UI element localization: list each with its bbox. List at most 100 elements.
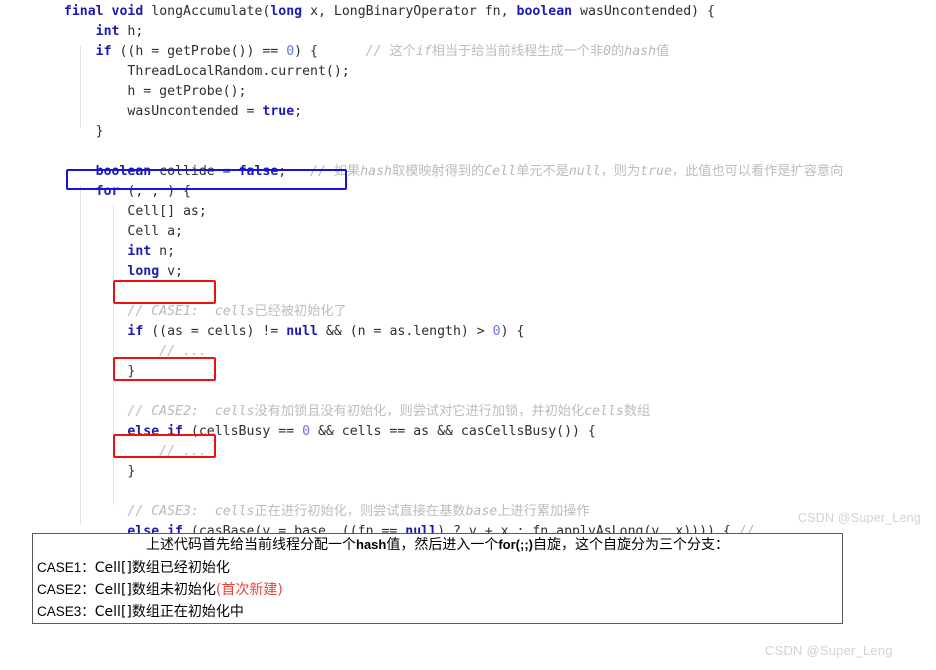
header-text-bold-for: for(;;) bbox=[498, 537, 533, 552]
code-token: && (n = as.length) > bbox=[317, 324, 493, 339]
code-token: 正在进行初始化，则尝试直接在基数 bbox=[254, 504, 466, 519]
code-token: 0 bbox=[603, 44, 612, 59]
code-token: 0 bbox=[302, 424, 311, 439]
code-token: hash bbox=[360, 164, 392, 179]
case-text: Cell[]数组正在初始化中 bbox=[94, 604, 244, 620]
code-token: } bbox=[48, 124, 104, 139]
code-line: // CASE1: cells已经被初始化了 bbox=[48, 302, 843, 322]
code-line: long v; bbox=[48, 262, 843, 282]
code-token: } bbox=[48, 464, 136, 479]
table-row: CASE3：Cell[]数组正在初始化中 bbox=[33, 601, 842, 623]
code-token: null bbox=[286, 324, 318, 339]
code-token: true bbox=[262, 104, 295, 119]
code-token: base bbox=[465, 504, 498, 519]
case-note: (首次新建) bbox=[215, 582, 283, 598]
code-token: cells bbox=[214, 304, 255, 319]
code-token: Cell bbox=[484, 164, 517, 179]
code-line: for (; ; ) { bbox=[48, 182, 843, 202]
code-token: final bbox=[63, 4, 104, 19]
code-token: // CASE1: bbox=[127, 304, 199, 319]
code-line: int n; bbox=[48, 242, 843, 262]
code-token: long bbox=[270, 4, 303, 19]
code-line: boolean collide = false; // 如果hash取模映射得到… bbox=[48, 162, 844, 182]
code-line: h = getProbe(); bbox=[48, 82, 843, 102]
code-line: if ((h = getProbe()) == 0) { // 这个if相当于给… bbox=[48, 42, 843, 62]
code-token: ) { bbox=[500, 324, 525, 339]
source-code: final void longAccumulate(long x, LongBi… bbox=[48, 2, 843, 602]
code-token: && cells == as && casCellsBusy()) { bbox=[310, 424, 596, 439]
code-line: } bbox=[48, 462, 843, 482]
watermark-bottom: CSDN @Super_Leng bbox=[765, 643, 893, 658]
code-line: final void longAccumulate(long x, LongBi… bbox=[48, 2, 843, 22]
code-token: wasUncontended) { bbox=[572, 4, 715, 19]
code-token: v; bbox=[159, 264, 183, 279]
code-token: cells bbox=[584, 404, 624, 419]
code-token: collide = bbox=[151, 164, 239, 179]
code-line: // CASE3: cells正在进行初始化，则尝试直接在基数base上进行累加… bbox=[48, 502, 843, 522]
code-line: } bbox=[48, 122, 843, 142]
code-line: // ... bbox=[48, 342, 843, 362]
code-token: ((h = getProbe()) == bbox=[111, 44, 287, 59]
code-token: } bbox=[48, 364, 136, 379]
code-token: ((as = cells) != bbox=[143, 324, 287, 339]
code-token: Cell a; bbox=[48, 224, 183, 239]
code-token: 这个 bbox=[389, 44, 416, 59]
code-token: // ... bbox=[159, 444, 207, 459]
code-token: (cellsBusy == bbox=[182, 424, 303, 439]
code-token: 上进行累加操作 bbox=[497, 504, 590, 519]
code-line: wasUncontended = true; bbox=[48, 102, 843, 122]
code-token: int bbox=[95, 24, 120, 39]
code-token: int bbox=[127, 244, 152, 259]
code-token: 数组 bbox=[623, 404, 651, 419]
code-token: boolean bbox=[95, 164, 152, 179]
code-token: x, LongBinaryOperator fn, bbox=[302, 4, 517, 19]
code-token: ; bbox=[278, 164, 311, 179]
code-token: // CASE2: bbox=[127, 404, 199, 419]
code-line: Cell a; bbox=[48, 222, 843, 242]
code-token: 已经被初始化了 bbox=[254, 304, 347, 319]
code-token: ThreadLocalRandom.current(); bbox=[48, 64, 350, 79]
code-token: long bbox=[127, 264, 160, 279]
code-token: 的 bbox=[611, 44, 625, 59]
code-token: 如果 bbox=[333, 164, 361, 179]
header-text-mid: 值，然后进入一个 bbox=[386, 537, 499, 553]
table-row: CASE2：Cell[]数组未初始化(首次新建) bbox=[33, 579, 842, 601]
code-token: ) { bbox=[294, 44, 366, 59]
code-token: 相当于给当前线程生成一个非 bbox=[431, 44, 604, 59]
code-token: boolean bbox=[516, 4, 573, 19]
code-line: // CASE2: cells没有加锁且没有初始化，则尝试对它进行加锁，并初始化… bbox=[48, 402, 843, 422]
code-token: 0 bbox=[286, 44, 295, 59]
code-token: if bbox=[95, 44, 112, 59]
code-token: longAccumulate( bbox=[143, 4, 271, 19]
code-token: wasUncontended = bbox=[48, 104, 263, 119]
code-token: ，此值也可以看作是扩容意向 bbox=[671, 164, 844, 179]
code-line: // ... bbox=[48, 442, 843, 462]
code-token: ; bbox=[294, 104, 303, 119]
code-token: else if bbox=[127, 424, 183, 439]
code-token: // bbox=[365, 44, 390, 59]
code-token: 没有加锁且没有初始化，则尝试对它进行加锁，并初始化 bbox=[254, 404, 585, 419]
code-token: false bbox=[238, 164, 279, 179]
code-token: cells bbox=[214, 504, 255, 519]
watermark-top: CSDN @Super_Leng bbox=[798, 511, 921, 525]
case-table-header: 上述代码首先给当前线程分配一个hash值，然后进入一个for(;;)自旋，这个自… bbox=[33, 534, 842, 557]
code-token: ，则为 bbox=[600, 164, 641, 179]
code-line: } bbox=[48, 362, 843, 382]
